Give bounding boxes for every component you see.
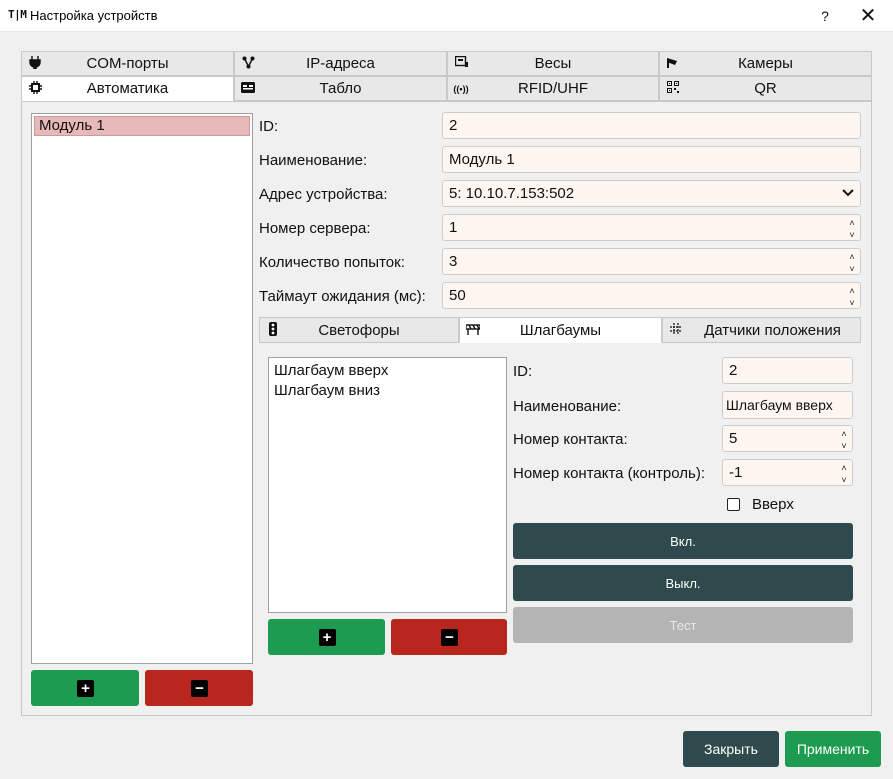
barrier-id-value: 2 <box>729 362 738 379</box>
timeout-value: 50 <box>449 287 466 304</box>
tab-label: RFID/UHF <box>518 80 588 97</box>
tab-display-board[interactable]: Табло <box>234 76 447 101</box>
contact-control-label: Номер контакта (контроль): <box>513 465 705 482</box>
plus-icon: + <box>77 680 94 697</box>
subtab-position-sensors[interactable]: Датчики положения <box>662 317 861 343</box>
barrier-id-label: ID: <box>513 363 533 380</box>
close-window-button[interactable]: ✕ <box>856 4 880 28</box>
subtab-traffic-lights[interactable]: Светофоры <box>259 317 459 343</box>
tab-cameras[interactable]: Камеры <box>659 51 872 76</box>
traffic-light-icon <box>260 321 286 339</box>
plug-icon <box>22 55 48 72</box>
attempts-spinbox[interactable]: 3 ˄ ˅ <box>442 248 861 275</box>
list-item[interactable]: Шлагбаум вниз <box>270 381 506 401</box>
up-checkbox-label[interactable]: Вверх <box>752 496 794 513</box>
barriers-list[interactable]: Шлагбаум вверх Шлагбаум вниз <box>268 357 507 613</box>
contact-control-value: -1 <box>729 464 743 481</box>
add-barrier-button[interactable]: + <box>268 619 385 655</box>
modules-list[interactable]: Модуль 1 <box>31 113 253 664</box>
device-address-select[interactable]: 5: 10.10.7.153:502 <box>442 180 861 207</box>
chevron-down-icon <box>842 184 854 200</box>
spin-arrows-icon[interactable]: ˄ ˅ <box>847 251 857 275</box>
subtab-barriers[interactable]: Шлагбаумы <box>459 317 662 343</box>
tab-label: Камеры <box>738 55 793 72</box>
add-module-button[interactable]: + <box>31 670 139 706</box>
attempts-label: Количество попыток: <box>259 254 405 271</box>
window-title: Настройка устройств <box>30 8 158 23</box>
spin-arrows-icon[interactable]: ˄ ˅ <box>847 285 857 309</box>
tab-label: Табло <box>319 80 362 97</box>
tab-qr[interactable]: QR <box>659 76 872 101</box>
rfid-icon: ((•)) <box>453 83 469 94</box>
plus-icon: + <box>318 629 336 646</box>
chip-icon <box>22 80 48 97</box>
module-name-value: Модуль 1 <box>449 151 515 168</box>
attempts-value: 3 <box>449 253 458 270</box>
spin-arrows-icon[interactable]: ˄ ˅ <box>839 462 849 486</box>
server-number-spinbox[interactable]: 1 ˄ ˅ <box>442 214 861 241</box>
remove-barrier-button[interactable]: − <box>391 619 507 655</box>
device-address-label: Адрес устройства: <box>259 186 388 203</box>
tab-label: QR <box>754 80 777 97</box>
subtab-label: Датчики положения <box>704 321 841 339</box>
sensor-grid-icon <box>663 322 689 338</box>
minus-icon: − <box>441 629 458 646</box>
list-item[interactable]: Модуль 1 <box>34 116 250 136</box>
apply-button[interactable]: Применить <box>785 731 881 767</box>
subtab-label: Светофоры <box>318 321 400 339</box>
tab-scales[interactable]: Весы <box>447 51 659 76</box>
turn-off-button[interactable]: Выкл. <box>513 565 853 601</box>
camera-icon <box>660 56 686 71</box>
contact-number-value: 5 <box>729 430 738 447</box>
tab-label: IP-адреса <box>306 55 375 72</box>
list-item[interactable]: Шлагбаум вверх <box>270 361 506 381</box>
test-button[interactable]: Тест <box>513 607 853 643</box>
contact-number-spinbox[interactable]: 5 ˄ ˅ <box>722 425 853 452</box>
network-icon <box>235 56 261 72</box>
tab-com-ports[interactable]: COM-порты <box>21 51 234 76</box>
timeout-label: Таймаут ожидания (мс): <box>259 288 426 305</box>
server-number-label: Номер сервера: <box>259 220 371 237</box>
module-id-field[interactable]: 2 <box>442 112 861 139</box>
turn-on-button[interactable]: Вкл. <box>513 523 853 559</box>
spin-arrows-icon[interactable]: ˄ ˅ <box>847 217 857 241</box>
device-address-value: 5: 10.10.7.153:502 <box>449 185 575 202</box>
timeout-spinbox[interactable]: 50 ˄ ˅ <box>442 282 861 309</box>
up-checkbox[interactable] <box>727 498 740 511</box>
contact-number-label: Номер контакта: <box>513 431 628 448</box>
qr-icon <box>660 81 686 96</box>
barrier-icon <box>460 323 486 338</box>
tab-automation[interactable]: Автоматика <box>21 76 234 101</box>
minus-icon: − <box>191 680 208 697</box>
tab-label: Автоматика <box>86 80 169 97</box>
barrier-id-field[interactable]: 2 <box>722 357 853 384</box>
display-icon <box>235 81 261 96</box>
remove-module-button[interactable]: − <box>145 670 253 706</box>
help-button[interactable]: ? <box>816 5 834 27</box>
close-button[interactable]: Закрыть <box>683 731 779 767</box>
module-id-value: 2 <box>449 117 458 134</box>
tab-label: COM-порты <box>86 55 169 72</box>
module-id-label: ID: <box>259 118 279 135</box>
spin-arrows-icon[interactable]: ˄ ˅ <box>839 428 849 452</box>
title-bar: T|M Настройка устройств ? ✕ <box>0 0 893 32</box>
scale-icon <box>448 55 474 71</box>
subtab-label: Шлагбаумы <box>519 321 602 339</box>
server-number-value: 1 <box>449 219 458 236</box>
barrier-name-field[interactable]: Шлагбаум вверх <box>722 391 853 419</box>
module-name-label: Наименование: <box>259 152 368 169</box>
barrier-name-value: Шлагбаум вверх <box>726 397 833 413</box>
tab-rfid-uhf[interactable]: ((•)) RFID/UHF <box>447 76 659 101</box>
tab-label: Весы <box>534 55 572 72</box>
module-name-field[interactable]: Модуль 1 <box>442 146 861 173</box>
contact-control-spinbox[interactable]: -1 ˄ ˅ <box>722 459 853 486</box>
app-logo: T|M <box>8 8 27 21</box>
tab-ip-addresses[interactable]: IP-адреса <box>234 51 447 76</box>
barrier-name-label: Наименование: <box>513 398 622 415</box>
